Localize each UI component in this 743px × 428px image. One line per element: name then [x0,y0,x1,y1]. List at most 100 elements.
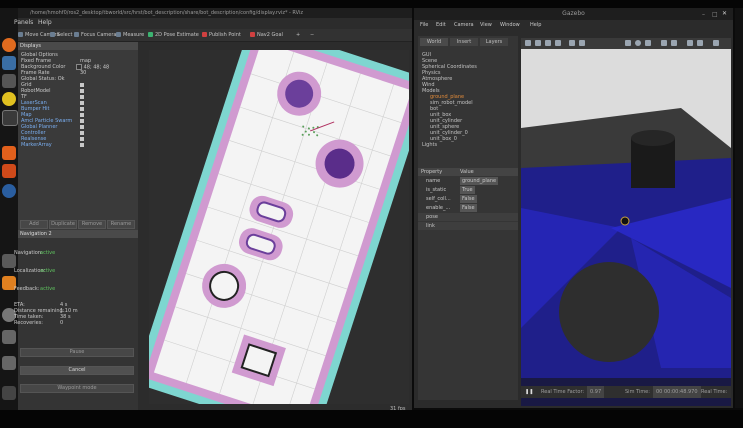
light-icon[interactable] [661,40,667,46]
redo-icon[interactable] [579,40,585,46]
settings-icon[interactable] [2,74,16,88]
rhythmbox-icon[interactable] [2,92,16,106]
rviz-toolbar: Move Camera Select Focus Camera Measure … [18,29,412,42]
tab-layers[interactable]: Layers [480,38,508,46]
translate-mode-icon[interactable] [535,40,541,46]
display-checkbox[interactable] [80,125,84,129]
pose-estimate-tool[interactable]: 2D Pose Estimate [148,31,199,39]
display-checkbox[interactable] [80,113,84,117]
select-mode-icon[interactable] [525,40,531,46]
cylinder-shape-icon[interactable] [645,40,651,46]
feedback-status: active [40,286,56,292]
undo-icon[interactable] [569,40,575,46]
property-row[interactable]: self_coll... False [418,195,518,203]
measure-icon [116,32,121,37]
display-checkbox[interactable] [80,107,84,111]
nav2-goal-icon [250,32,255,37]
ubuntu-software-icon[interactable] [2,164,16,178]
remove-display-button[interactable]: Remove [78,220,106,229]
display-checkbox[interactable] [80,95,84,99]
rviz-menu-bar: Panels Help [14,18,412,28]
menu-help[interactable]: Help [530,20,541,30]
navigation-label: Navigation: [14,250,43,256]
files-icon[interactable] [2,56,16,70]
maximize-icon[interactable]: □ [712,11,718,18]
display-row[interactable]: MarkerArray [18,142,138,148]
property-row[interactable]: is_static True [418,186,518,194]
add-display-button[interactable]: Add [20,220,48,229]
drive-icon-2[interactable] [2,356,16,370]
screenshot-icon[interactable] [713,40,719,46]
sim-time-label: Sim Time: [625,389,650,395]
gazebo-left-panel: World Insert Layers GUI Scene Spherical … [418,36,518,400]
publish-point-tool[interactable]: Publish Point [202,31,241,39]
remove-tool-button[interactable]: − [310,31,314,39]
select-tool[interactable]: Select [50,31,72,39]
menu-edit[interactable]: Edit [436,20,446,30]
gazebo-3d-scene[interactable] [521,38,731,406]
properties-header: Property Value [418,168,518,176]
display-checkbox[interactable] [80,131,84,135]
rviz-3d-viewport[interactable] [133,21,432,428]
gazebo-window: Gazebo – □ ✕ File Edit Camera View Windo… [414,8,733,408]
gazebo-scene-render [521,38,731,406]
select-icon [50,32,55,37]
copy-icon[interactable] [687,40,693,46]
terminal-icon[interactable] [2,110,18,126]
software-icon[interactable] [2,146,16,160]
property-row[interactable]: name ground_plane [418,177,518,185]
navigation-status: active [40,250,56,256]
app-grid-icon[interactable] [2,386,16,400]
waypoint-mode-button[interactable]: Waypoint mode [20,384,134,393]
pause-icon[interactable]: ❚❚ [525,386,533,398]
box-shape-icon[interactable] [625,40,631,46]
feedback-label: Feedback: [14,286,40,292]
add-tool-button[interactable]: + [296,31,300,39]
menu-file[interactable]: File [420,20,428,30]
recoveries-value: 0 [60,320,64,326]
rviz-icon[interactable] [2,254,16,268]
menu-camera[interactable]: Camera [454,20,474,30]
menu-panels[interactable]: Panels [14,18,33,28]
duplicate-display-button[interactable]: Duplicate [49,220,77,229]
display-checkbox[interactable] [80,119,84,123]
tab-world[interactable]: World [420,38,448,46]
gazebo-title-bar: Gazebo [414,8,733,20]
display-checkbox[interactable] [80,143,84,147]
focus-camera-icon [74,32,79,37]
menu-help[interactable]: Help [38,18,52,28]
rename-display-button[interactable]: Rename [107,220,135,229]
display-checkbox[interactable] [80,137,84,141]
real-time-label: Real Time: [701,389,728,395]
rotate-mode-icon[interactable] [545,40,551,46]
drive-icon[interactable] [2,330,16,344]
property-row[interactable]: link [418,222,518,230]
spot-light-icon[interactable] [671,40,677,46]
rtf-label: Real Time Factor: [541,389,585,395]
property-row[interactable]: pose [418,213,518,221]
pause-button[interactable]: Pause [20,348,134,357]
focus-camera-tool[interactable]: Focus Camera [74,31,117,39]
cancel-button[interactable]: Cancel [20,366,134,375]
sphere-shape-icon[interactable] [635,40,641,46]
firefox-icon[interactable] [2,38,16,52]
minimize-icon[interactable]: – [702,11,705,18]
recoveries-label: Recoveries: [14,320,43,326]
navigation2-panel: Navigation 2 Navigation: active Localiza… [14,230,138,410]
nav2-goal-tool[interactable]: Nav2 Goal [250,31,283,39]
tree-item[interactable]: Lights [422,142,437,148]
display-checkbox[interactable] [80,83,84,87]
tab-insert[interactable]: Insert [450,38,478,46]
help-icon[interactable] [2,184,16,198]
measure-tool[interactable]: Measure [116,31,144,39]
paste-icon[interactable] [697,40,703,46]
desktop-edge [735,8,743,408]
property-row[interactable]: enable_... False [418,204,518,212]
display-checkbox[interactable] [80,101,84,105]
scale-mode-icon[interactable] [555,40,561,46]
close-icon[interactable]: ✕ [722,10,727,17]
menu-window[interactable]: Window [500,20,520,30]
display-checkbox[interactable] [80,89,84,93]
menu-view[interactable]: View [480,20,492,30]
gazebo-toolbar [521,38,731,49]
